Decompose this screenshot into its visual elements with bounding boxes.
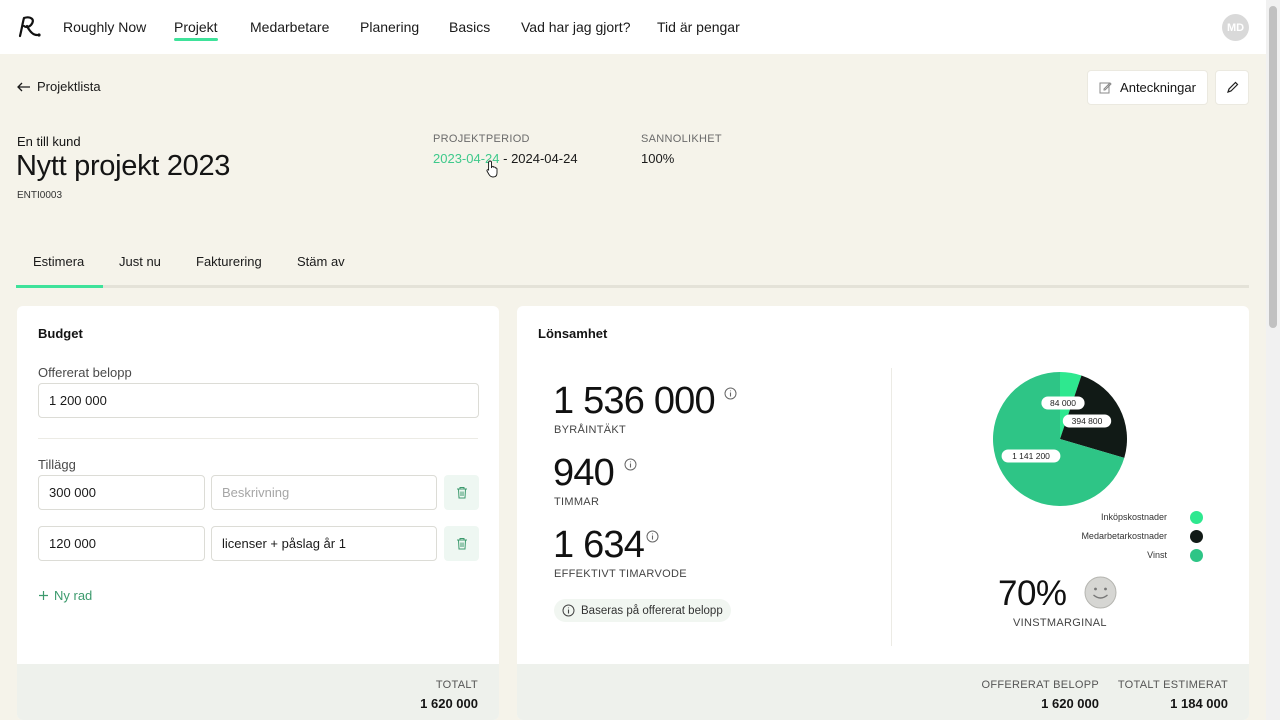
hours-label: TIMMAR	[554, 496, 600, 508]
legend-dot-medarbetarkostnader	[1190, 530, 1203, 543]
page-title: Nytt projekt 2023	[16, 150, 231, 182]
active-tab-indicator	[16, 285, 103, 288]
roughly-logo-icon[interactable]	[16, 14, 42, 40]
pie-label-1: 394 800	[1062, 414, 1112, 428]
addition-amount-input-1[interactable]: 300 000	[38, 475, 205, 510]
pie-label-text-2: 1 141 200	[1012, 451, 1050, 461]
tab-fakturering[interactable]: Fakturering	[196, 254, 262, 269]
hand-cursor-icon	[486, 160, 498, 178]
budget-footer: TOTALT 1 620 000	[17, 664, 499, 720]
nav-tid-ar-pengar[interactable]: Tid är pengar	[657, 19, 740, 35]
customer-name: En till kund	[17, 134, 81, 149]
legend-label-inkopskostnader: Inköpskostnader	[1100, 512, 1167, 522]
arrow-left-icon	[17, 82, 30, 91]
plus-icon	[39, 591, 48, 600]
info-icon[interactable]	[624, 458, 637, 471]
nav-medarbetare[interactable]: Medarbetare	[250, 19, 329, 35]
nav-roughly-now[interactable]: Roughly Now	[63, 19, 146, 35]
period-separator: -	[499, 151, 512, 166]
legend-label-vinst: Vinst	[1147, 550, 1167, 560]
user-avatar[interactable]: MD	[1222, 14, 1249, 41]
delete-row-button-2[interactable]	[444, 526, 479, 561]
budget-divider	[38, 438, 478, 439]
agency-revenue-value: 1 536 000	[553, 380, 716, 422]
project-period-value: 2023-04-24 - 2024-04-24	[433, 151, 578, 166]
tab-estimera[interactable]: Estimera	[33, 254, 84, 269]
footer-estimated-value: 1 184 000	[1170, 696, 1228, 711]
add-row-label: Ny rad	[54, 588, 93, 603]
effective-rate-value: 1 634	[553, 524, 645, 566]
pie-label-text-0: 84 000	[1050, 398, 1076, 408]
legend-label-medarbetarkostnader: Medarbetarkostnader	[1081, 531, 1167, 541]
profitability-title: Lönsamhet	[538, 326, 608, 341]
probability-label: SANNOLIKHET	[641, 133, 722, 145]
profit-margin-value: 70%	[998, 574, 1067, 613]
period-end-date: 2024-04-24	[511, 151, 578, 166]
smiley-face-icon	[1084, 576, 1117, 609]
add-row-button[interactable]: Ny rad	[38, 588, 92, 603]
budget-title: Budget	[38, 326, 83, 341]
back-link-label: Projektlista	[37, 79, 101, 94]
info-icon[interactable]	[646, 530, 659, 543]
trash-icon	[456, 487, 467, 499]
legend-dot-vinst	[1190, 549, 1203, 562]
addition-description-input-1[interactable]: Beskrivning	[211, 475, 437, 510]
pencil-icon	[1226, 81, 1238, 93]
scrollbar-thumb[interactable]	[1269, 6, 1277, 328]
hours-value: 940	[553, 452, 615, 494]
project-code: ENTI0003	[17, 190, 63, 201]
nav-basics[interactable]: Basics	[449, 19, 490, 35]
section-divider	[891, 368, 892, 646]
footer-offered-label: OFFERERAT BELOPP	[981, 679, 1099, 691]
profitability-card: Lönsamhet 1 536 000 BYRÅINTÄKT 940 TIMMA…	[517, 306, 1249, 720]
nav-projekt[interactable]: Projekt	[174, 19, 218, 41]
notes-button-label: Anteckningar	[1120, 80, 1196, 95]
agency-revenue-label: BYRÅINTÄKT	[554, 424, 627, 436]
pie-label-0: 84 000	[1041, 396, 1085, 410]
addition-amount-input-2[interactable]: 120 000	[38, 526, 205, 561]
tab-stam-av[interactable]: Stäm av	[297, 254, 345, 269]
info-icon[interactable]	[724, 387, 737, 400]
nav-planering[interactable]: Planering	[360, 19, 419, 35]
project-period-label: PROJEKTPERIOD	[433, 133, 530, 145]
info-icon	[562, 604, 575, 617]
offered-amount-label: Offererat belopp	[38, 365, 132, 380]
back-to-project-list-link[interactable]: Projektlista	[17, 79, 101, 94]
top-navigation: Roughly Now Projekt Medarbetare Planerin…	[0, 0, 1266, 54]
offered-amount-input[interactable]: 1 200 000	[38, 383, 479, 418]
note-edit-icon	[1099, 82, 1112, 94]
tab-just-nu[interactable]: Just nu	[119, 254, 161, 269]
trash-icon	[456, 538, 467, 550]
page-scrollbar[interactable]	[1266, 0, 1280, 720]
probability-value: 100%	[641, 151, 675, 166]
cost-breakdown-pie-chart: 84 000 394 800 1 141 200	[993, 372, 1127, 506]
footer-offered-value: 1 620 000	[1041, 696, 1099, 711]
pie-label-2: 1 141 200	[1001, 449, 1061, 463]
pie-label-text-1: 394 800	[1072, 416, 1103, 426]
footer-estimated-label: TOTALT ESTIMERAT	[1117, 679, 1228, 691]
total-value: 1 620 000	[420, 696, 478, 711]
profitability-footer: OFFERERAT BELOPP 1 620 000 TOTALT ESTIME…	[517, 664, 1249, 720]
profit-margin-label: VINSTMARGINAL	[1013, 617, 1107, 629]
addition-description-input-2[interactable]: licenser + påslag år 1	[211, 526, 437, 561]
nav-vad-har-jag-gjort[interactable]: Vad har jag gjort?	[521, 19, 630, 35]
basis-note-chip: Baseras på offererat belopp	[554, 599, 731, 622]
total-label: TOTALT	[435, 679, 478, 691]
edit-project-button[interactable]	[1215, 70, 1249, 105]
delete-row-button-1[interactable]	[444, 475, 479, 510]
basis-note-text: Baseras på offererat belopp	[581, 604, 723, 617]
additions-label: Tillägg	[38, 457, 76, 472]
budget-card: Budget Offererat belopp 1 200 000 Tilläg…	[17, 306, 499, 720]
legend-dot-inkopskostnader	[1190, 511, 1203, 524]
effective-rate-label: EFFEKTIVT TIMARVODE	[554, 568, 687, 580]
notes-button[interactable]: Anteckningar	[1087, 70, 1208, 105]
project-tabs: Estimera Just nu Fakturering Stäm av	[16, 242, 1249, 288]
